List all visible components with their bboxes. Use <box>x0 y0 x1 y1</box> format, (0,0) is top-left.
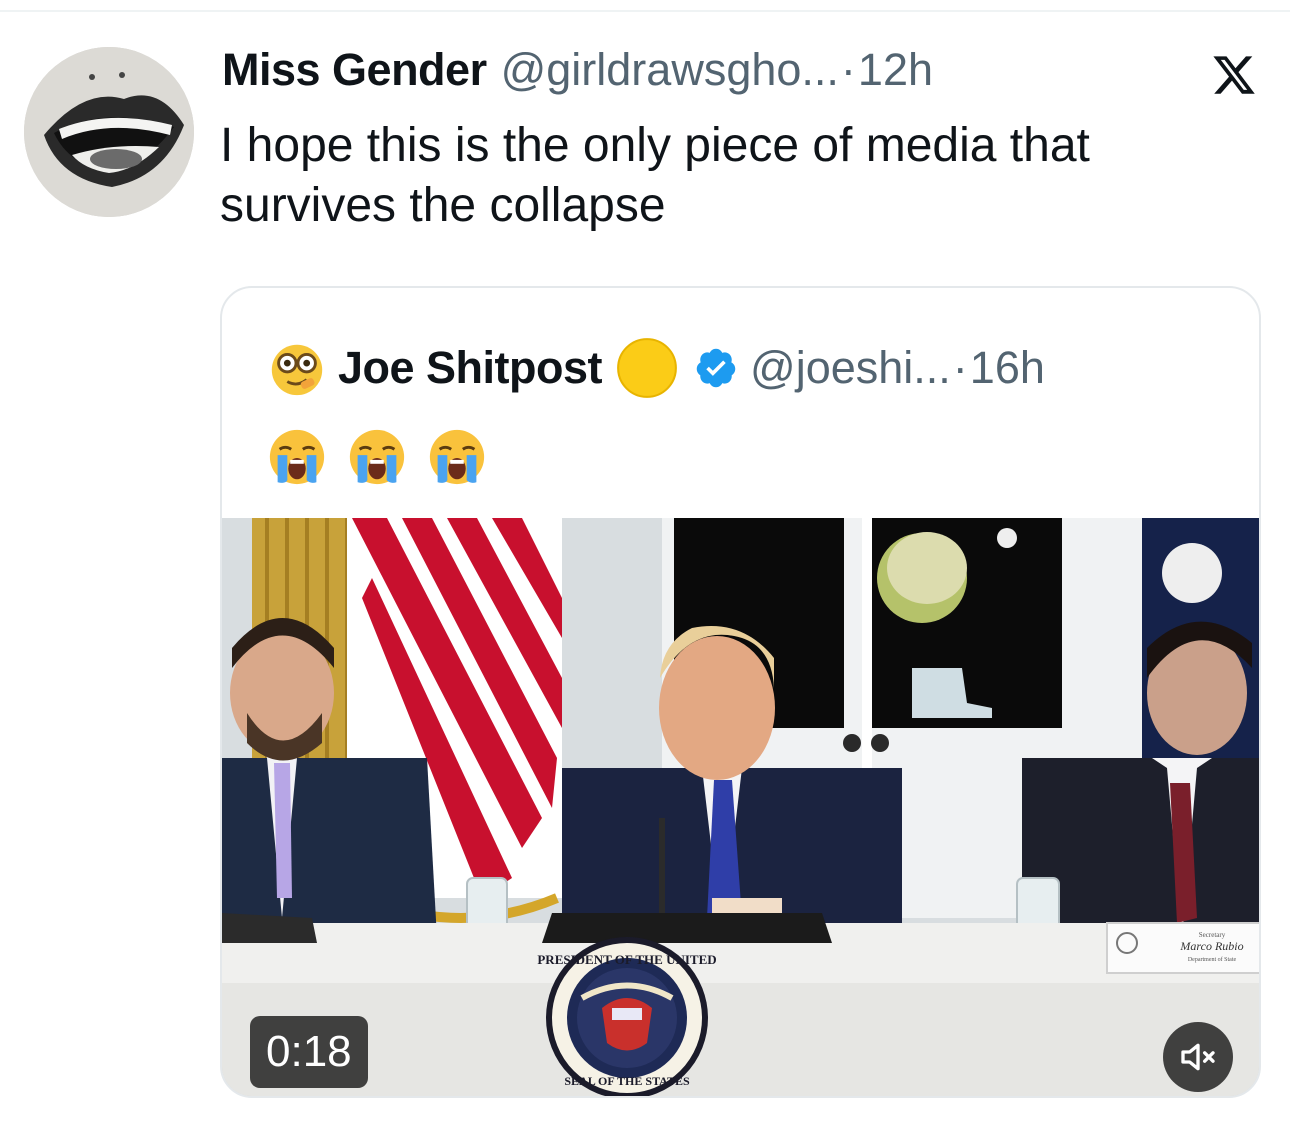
nameplate-dept: Department of State <box>1188 956 1237 963</box>
separator-dot: · <box>840 44 856 95</box>
x-logo-icon[interactable] <box>1210 52 1258 98</box>
tweet-header: Miss Gender @girldrawsgho... · 12h <box>222 44 1262 104</box>
quote-text <box>266 426 488 486</box>
yellow-circle-emoji-icon <box>617 338 677 398</box>
video-player[interactable]: Secretary Marco Rubio Department of Stat… <box>222 518 1259 1096</box>
seal-text-top: PRESIDENT OF THE UNITED <box>537 952 716 967</box>
verified-badge-icon[interactable] <box>694 346 738 390</box>
nerd-face-emoji-icon[interactable] <box>266 337 328 399</box>
loudly-crying-face-emoji-icon <box>429 429 485 485</box>
quote-separator-dot: · <box>952 342 968 393</box>
author-name[interactable]: Miss Gender <box>222 44 487 96</box>
video-frame: Secretary Marco Rubio Department of Stat… <box>222 518 1259 1096</box>
tweet-timestamp[interactable]: 12h <box>858 44 933 96</box>
mute-button[interactable] <box>1163 1022 1233 1092</box>
top-divider <box>0 10 1290 12</box>
seal-text-bottom: SEAL OF THE STATES <box>564 1074 690 1088</box>
mouth-avatar-icon <box>24 47 194 217</box>
quote-author-name[interactable]: Joe Shitpost <box>338 342 603 394</box>
quoted-tweet-card[interactable]: Joe Shitpost @joeshi... · 16h Secretary … <box>220 286 1261 1098</box>
author-avatar[interactable] <box>24 47 194 217</box>
quote-header: Joe Shitpost @joeshi... · 16h <box>266 338 1045 398</box>
nameplate-title: Secretary <box>1199 931 1226 939</box>
video-duration-badge: 0:18 <box>250 1016 368 1088</box>
loudly-crying-face-emoji-icon <box>269 429 325 485</box>
tweet-text: I hope this is the only piece of media t… <box>220 119 1090 232</box>
quote-author-handle[interactable]: @joeshi... <box>750 342 951 394</box>
loudly-crying-face-emoji-icon <box>349 429 405 485</box>
speaker-muted-icon <box>1181 1043 1215 1071</box>
author-handle[interactable]: @girldrawsgho... <box>501 44 839 96</box>
nameplate-name: Marco Rubio <box>1179 939 1243 953</box>
quote-timestamp[interactable]: 16h <box>970 342 1045 394</box>
